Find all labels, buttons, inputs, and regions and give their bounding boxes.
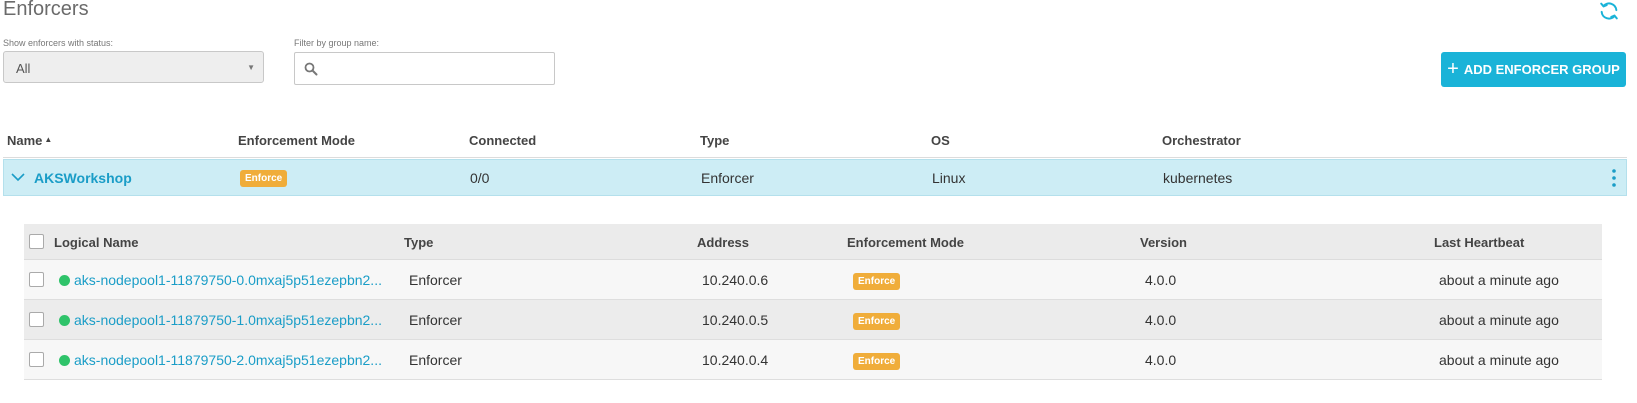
add-enforcer-group-label: ADD ENFORCER GROUP — [1463, 62, 1620, 77]
search-icon — [304, 62, 318, 76]
column-header-enforcement-mode[interactable]: Enforcement Mode — [238, 133, 355, 148]
enforcer-row[interactable]: aks-nodepool1-11879750-0.0mxaj5p51ezepbn… — [24, 260, 1602, 300]
group-type: Enforcer — [701, 170, 754, 186]
group-connected: 0/0 — [470, 170, 490, 186]
logical-name-link[interactable]: aks-nodepool1-11879750-2.0mxaj5p51ezepbn… — [74, 352, 382, 368]
enforcer-row[interactable]: aks-nodepool1-11879750-1.0mxaj5p51ezepbn… — [24, 300, 1602, 340]
add-enforcer-group-button[interactable]: + ADD ENFORCER GROUP — [1441, 52, 1626, 87]
plus-icon: + — [1447, 57, 1459, 80]
enforcer-group-row[interactable]: AKSWorkshop Enforce 0/0 Enforcer Linux k… — [3, 159, 1627, 196]
enforcement-mode-badge: Enforce — [853, 313, 901, 330]
last-heartbeat: about a minute ago — [1439, 352, 1559, 368]
enforcement-mode-badge: Enforce — [853, 273, 901, 290]
enforcer-version: 4.0.0 — [1145, 272, 1177, 288]
column-header-enforcer-type[interactable]: Type — [404, 235, 433, 250]
enforcer-address: 10.240.0.5 — [702, 312, 769, 328]
logical-name-link[interactable]: aks-nodepool1-11879750-0.0mxaj5p51ezepbn… — [74, 272, 382, 288]
enforcers-table-header: Logical Name Type Address Enforcement Mo… — [24, 224, 1602, 260]
enforcer-version: 4.0.0 — [1145, 352, 1177, 368]
column-header-name-label: Name — [7, 133, 43, 148]
logical-name-link[interactable]: aks-nodepool1-11879750-1.0mxaj5p51ezepbn… — [74, 312, 382, 328]
more-options-icon[interactable] — [1611, 167, 1617, 189]
page-title: Enforcers — [3, 0, 89, 20]
sort-ascending-icon: ▲ — [44, 135, 53, 144]
chevron-down-icon[interactable] — [11, 170, 25, 184]
group-orchestrator: kubernetes — [1163, 170, 1233, 186]
column-header-enforcer-mode[interactable]: Enforcement Mode — [847, 235, 964, 250]
column-header-version[interactable]: Version — [1140, 235, 1187, 250]
group-os: Linux — [932, 170, 966, 186]
enforcer-address: 10.240.0.4 — [702, 352, 769, 368]
group-name-link[interactable]: AKSWorkshop — [34, 170, 132, 186]
column-header-logical-name[interactable]: Logical Name — [54, 235, 139, 250]
group-search-input[interactable] — [325, 58, 549, 82]
row-checkbox[interactable] — [29, 352, 44, 367]
column-header-name[interactable]: Name ▲ — [7, 133, 52, 148]
group-filter-label: Filter by group name: — [294, 38, 380, 48]
header-divider — [3, 157, 1627, 158]
status-online-icon — [59, 275, 70, 286]
enforcement-mode-badge: Enforce — [240, 170, 288, 187]
status-select[interactable]: All ▼ — [3, 51, 264, 83]
last-heartbeat: about a minute ago — [1439, 312, 1559, 328]
column-header-last-heartbeat[interactable]: Last Heartbeat — [1434, 235, 1524, 250]
row-checkbox[interactable] — [29, 312, 44, 327]
status-filter-label: Show enforcers with status: — [3, 38, 114, 48]
group-filter[interactable] — [294, 52, 555, 85]
column-header-os[interactable]: OS — [931, 133, 950, 148]
status-select-value: All — [16, 61, 31, 76]
column-header-connected[interactable]: Connected — [469, 133, 536, 148]
status-online-icon — [59, 315, 70, 326]
select-all-checkbox[interactable] — [29, 234, 44, 249]
refresh-icon[interactable] — [1598, 0, 1620, 22]
caret-down-icon: ▼ — [247, 63, 255, 72]
column-header-address[interactable]: Address — [697, 235, 749, 250]
enforcer-address: 10.240.0.6 — [702, 272, 769, 288]
row-checkbox[interactable] — [29, 272, 44, 287]
enforcer-type: Enforcer — [409, 272, 462, 288]
last-heartbeat: about a minute ago — [1439, 272, 1559, 288]
column-header-orchestrator[interactable]: Orchestrator — [1162, 133, 1241, 148]
enforcer-type: Enforcer — [409, 352, 462, 368]
enforcer-type: Enforcer — [409, 312, 462, 328]
enforcement-mode-badge: Enforce — [853, 353, 901, 370]
enforcer-version: 4.0.0 — [1145, 312, 1177, 328]
enforcer-row[interactable]: aks-nodepool1-11879750-2.0mxaj5p51ezepbn… — [24, 340, 1602, 380]
column-header-type[interactable]: Type — [700, 133, 729, 148]
status-online-icon — [59, 355, 70, 366]
